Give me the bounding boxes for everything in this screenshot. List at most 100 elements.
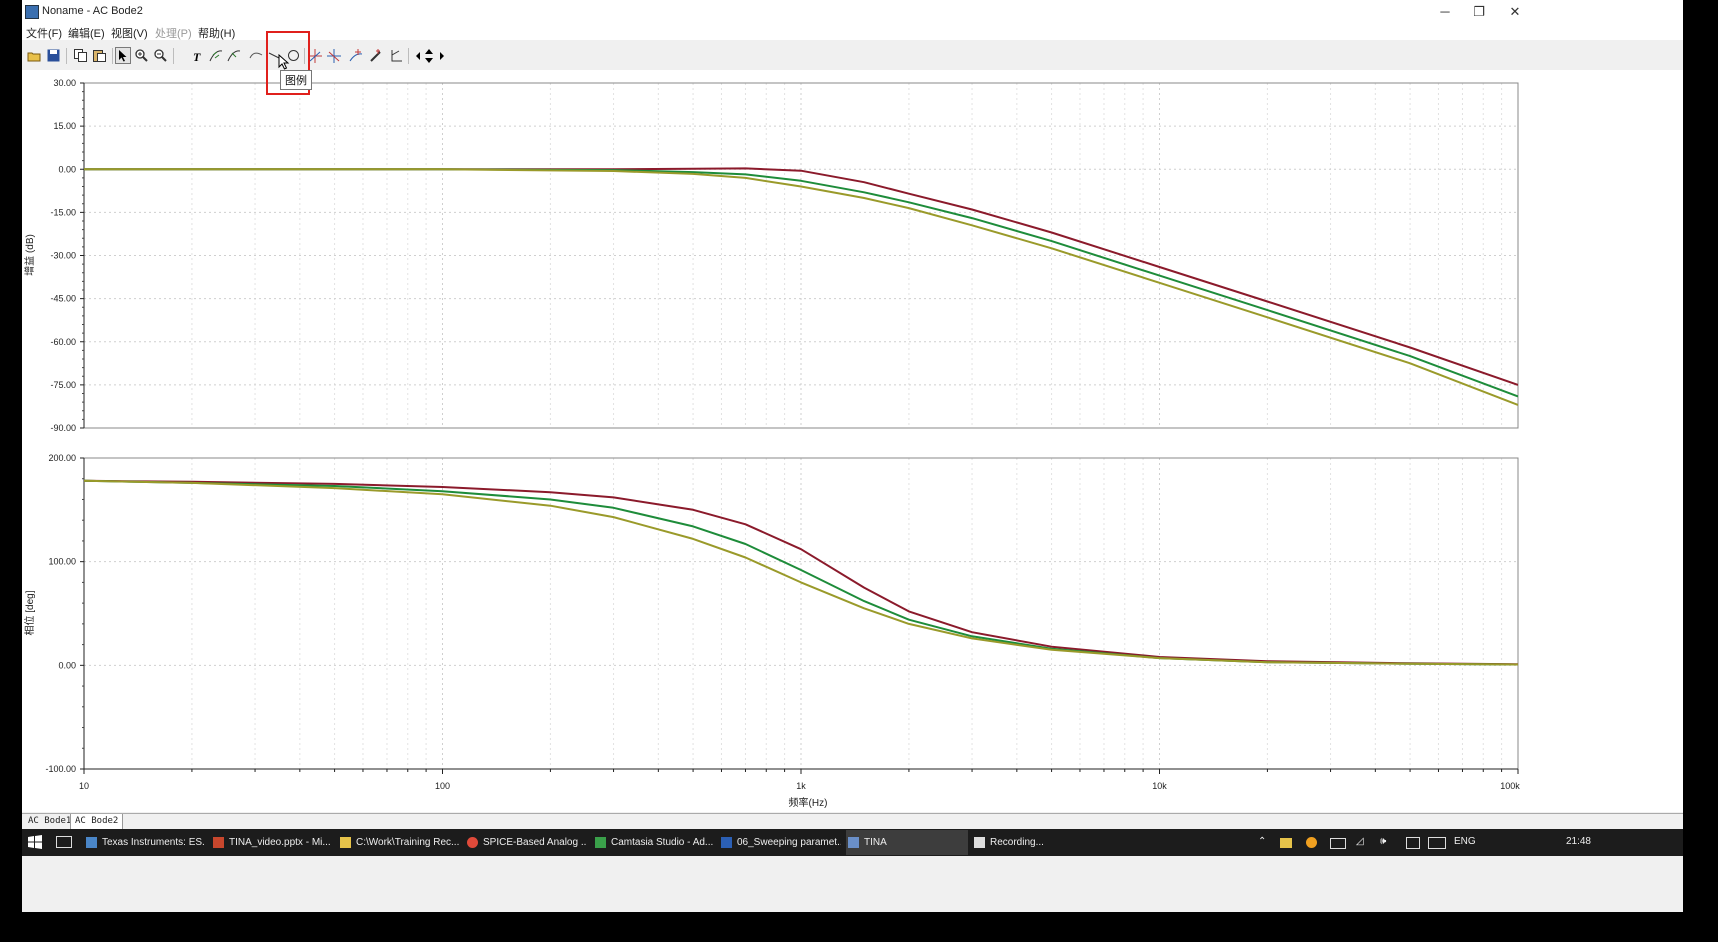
text-icon[interactable]: T bbox=[190, 47, 206, 64]
menu-file[interactable]: 文件(F) bbox=[26, 25, 62, 41]
copy-icon[interactable] bbox=[72, 47, 88, 64]
y-tick-label: 0.00 bbox=[58, 164, 76, 174]
tina-window: Noname - AC Bode2 ─ ❐ ✕ 文件(F) 编辑(E) 视图(V… bbox=[22, 0, 1683, 912]
language-indicator[interactable]: ENG bbox=[1454, 836, 1476, 849]
app-tray-icon[interactable] bbox=[1306, 837, 1317, 848]
phase-y-label: 相位 [deg] bbox=[23, 590, 36, 635]
cursor-b-icon[interactable] bbox=[326, 47, 342, 64]
task-recording[interactable]: Recording... bbox=[972, 830, 1094, 855]
folder-icon bbox=[340, 837, 351, 848]
marker-icon[interactable] bbox=[348, 47, 364, 64]
volume-icon[interactable]: 🕪 bbox=[1380, 836, 1386, 849]
app-icon bbox=[25, 5, 39, 19]
task-chrome[interactable]: SPICE-Based Analog ... bbox=[465, 830, 587, 855]
tab-ac-bode1[interactable]: AC Bode1 bbox=[24, 814, 75, 829]
x-tick-label: 10 bbox=[79, 781, 89, 791]
menu-process[interactable]: 处理(P) bbox=[155, 25, 192, 41]
show-hidden-icons-icon[interactable]: ⌃ bbox=[1258, 836, 1266, 849]
notification-icon[interactable] bbox=[1406, 837, 1420, 849]
legend-icon[interactable] bbox=[248, 47, 264, 64]
task-camtasia[interactable]: Camtasia Studio - Ad... bbox=[593, 830, 715, 855]
x-tick-label: 100k bbox=[1500, 781, 1520, 791]
curve-label-icon[interactable] bbox=[208, 47, 224, 64]
word-icon bbox=[721, 837, 732, 848]
move-right-icon[interactable] bbox=[434, 47, 450, 64]
y-tick-label: -45.00 bbox=[50, 294, 76, 304]
clock[interactable]: 21:48 bbox=[1566, 836, 1591, 847]
save-icon[interactable] bbox=[45, 47, 61, 64]
task-texas-instruments[interactable]: Texas Instruments: ES... bbox=[84, 830, 204, 855]
y-tick-label: -75.00 bbox=[50, 380, 76, 390]
open-icon[interactable] bbox=[26, 47, 42, 64]
curve-label-alt-icon[interactable] bbox=[226, 47, 242, 64]
title-bar: Noname - AC Bode2 ─ ❐ ✕ bbox=[22, 0, 1683, 24]
menu-view[interactable]: 视图(V) bbox=[111, 25, 148, 41]
gain-series-0 bbox=[84, 167, 1518, 386]
network-icon[interactable]: ◿ bbox=[1356, 836, 1364, 849]
powerpoint-icon bbox=[213, 837, 224, 848]
axis-icon[interactable] bbox=[388, 47, 404, 64]
task-label: Camtasia Studio - Ad... bbox=[611, 837, 714, 848]
task-word[interactable]: 06_Sweeping paramet... bbox=[719, 830, 841, 855]
x-axis-label: 频率(Hz) bbox=[789, 796, 828, 809]
y-tick-label: -90.00 bbox=[50, 423, 76, 433]
chrome-icon bbox=[467, 837, 478, 848]
y-tick-label: 100.00 bbox=[48, 557, 76, 567]
task-label: C:\Work\Training Rec... bbox=[356, 837, 460, 848]
phase-grid bbox=[83, 457, 1519, 770]
x-tick-label: 10k bbox=[1152, 781, 1167, 791]
legend-tooltip: 图例 bbox=[280, 70, 312, 90]
recording-icon bbox=[974, 837, 985, 848]
gain-y-ticks: 30.00 15.00 0.00 -15.00 -30.00 -45.00 -60.00 -7… bbox=[50, 78, 84, 433]
task-explorer[interactable]: C:\Work\Training Rec... bbox=[338, 830, 460, 855]
task-label: TINA_video.pptx - Mi... bbox=[229, 837, 331, 848]
zoom-out-icon[interactable] bbox=[152, 47, 168, 64]
mouse-cursor-icon bbox=[278, 54, 290, 70]
task-label: Recording... bbox=[990, 837, 1044, 848]
windows-start-icon[interactable] bbox=[28, 835, 42, 849]
restore-button[interactable]: ❐ bbox=[1462, 2, 1496, 22]
toolbar-separator bbox=[173, 48, 174, 64]
tina-icon bbox=[848, 837, 859, 848]
phase-y-ticks: 200.00 100.00 0.00 -100.00 bbox=[45, 453, 84, 774]
task-label: TINA bbox=[864, 837, 887, 848]
toolbar-separator bbox=[112, 48, 113, 64]
svg-text:T: T bbox=[193, 50, 201, 62]
y-tick-label: -100.00 bbox=[45, 764, 76, 774]
task-tina[interactable]: TINA bbox=[846, 830, 968, 855]
y-tick-label: 30.00 bbox=[53, 78, 76, 88]
minimize-button[interactable]: ─ bbox=[1428, 2, 1462, 22]
browser-icon bbox=[86, 837, 97, 848]
toolbar-separator bbox=[66, 48, 67, 64]
x-tick-label: 100 bbox=[435, 781, 450, 791]
analysis-tabs: AC Bode1 AC Bode2 bbox=[22, 813, 1683, 830]
task-label: Texas Instruments: ES... bbox=[102, 837, 204, 848]
task-label: SPICE-Based Analog ... bbox=[483, 837, 587, 848]
task-powerpoint[interactable]: TINA_video.pptx - Mi... bbox=[211, 830, 331, 855]
x-ticks: 10 100 1k 10k 100k bbox=[79, 768, 1520, 791]
y-tick-label: -30.00 bbox=[50, 251, 76, 261]
y-tick-label: -15.00 bbox=[50, 207, 76, 217]
paste-icon[interactable] bbox=[91, 47, 107, 64]
task-label: 06_Sweeping paramet... bbox=[737, 837, 841, 848]
menu-help[interactable]: 帮助(H) bbox=[198, 25, 235, 41]
menu-edit[interactable]: 编辑(E) bbox=[68, 25, 105, 41]
pointer-icon[interactable] bbox=[115, 47, 131, 64]
keyboard-icon[interactable] bbox=[1428, 837, 1446, 849]
tab-ac-bode2[interactable]: AC Bode2 bbox=[70, 814, 124, 830]
y-tick-label: 200.00 bbox=[48, 453, 76, 463]
camtasia-icon bbox=[595, 837, 606, 848]
gain-y-label: 增益 (dB) bbox=[23, 234, 36, 276]
close-button[interactable]: ✕ bbox=[1498, 2, 1532, 22]
task-view-icon[interactable] bbox=[56, 836, 72, 848]
window-title: Noname - AC Bode2 bbox=[42, 5, 143, 17]
folder-tray-icon[interactable] bbox=[1280, 838, 1292, 848]
gain-grid bbox=[83, 82, 1519, 429]
y-tick-label: 0.00 bbox=[58, 660, 76, 670]
zoom-in-icon[interactable] bbox=[133, 47, 149, 64]
battery-icon[interactable] bbox=[1330, 838, 1346, 849]
y-tick-label: 15.00 bbox=[53, 121, 76, 131]
pen-icon[interactable] bbox=[368, 47, 384, 64]
plot-area[interactable]: 30.00 15.00 0.00 -15.00 -30.00 -45.00 -60.00 -7… bbox=[22, 70, 1683, 812]
bode-plot: 30.00 15.00 0.00 -15.00 -30.00 -45.00 -60.00 -7… bbox=[23, 78, 1520, 809]
